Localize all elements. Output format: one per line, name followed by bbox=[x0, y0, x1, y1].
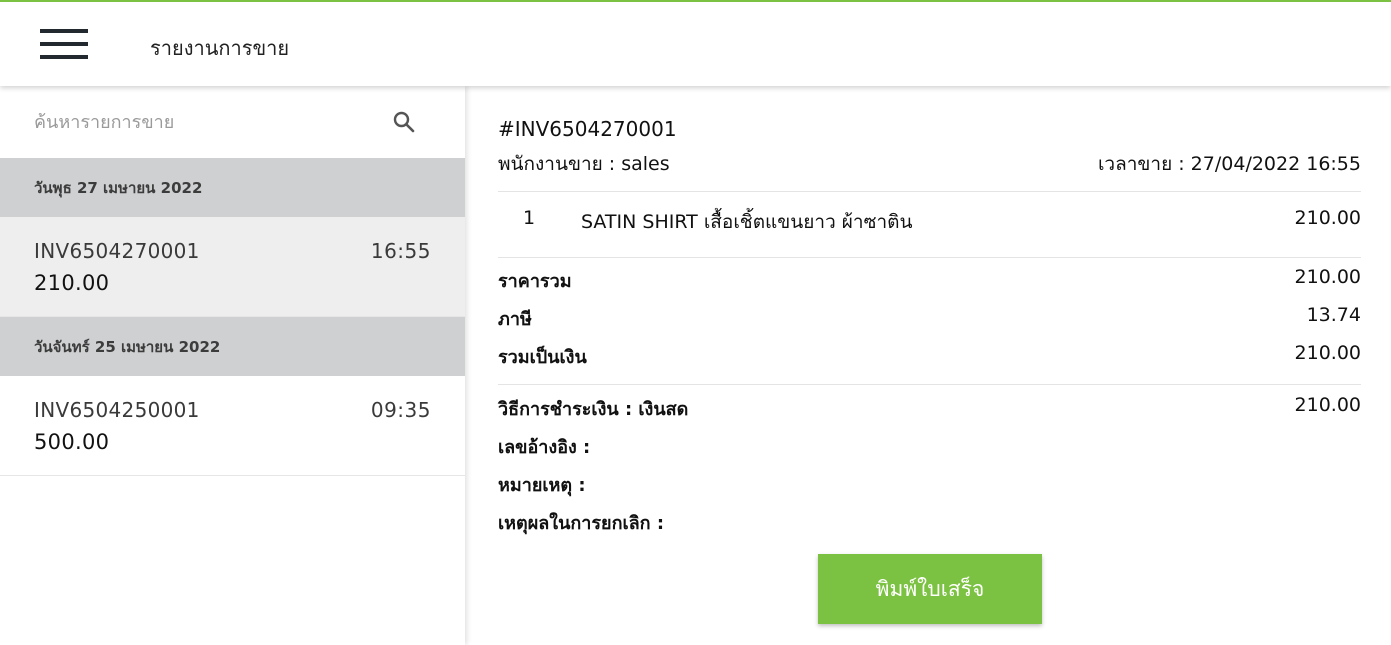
sale-meta-row: พนักงานขาย : sales เวลาขาย : 27/04/2022 … bbox=[498, 149, 1361, 175]
tax-label: ภาษี bbox=[498, 309, 532, 330]
sale-invoice-number: INV6504270001 bbox=[34, 239, 200, 263]
sale-time: 16:55 bbox=[370, 239, 431, 263]
menu-line bbox=[40, 42, 88, 46]
hamburger-menu-icon[interactable] bbox=[40, 29, 88, 61]
sale-list-item[interactable]: INV6504270001 16:55 210.00 bbox=[0, 217, 465, 317]
menu-line bbox=[40, 29, 88, 33]
payment-method-row: วิธีการชำระเงิน : เงินสด 210.00 bbox=[498, 394, 1361, 422]
line-item-row: 1 SATIN SHIRT เสื้อเชิ้ตแขนยาว ผ้าซาติน … bbox=[498, 207, 1361, 237]
subtotal-label: ราคารวม bbox=[498, 271, 572, 292]
cancel-reason-label: เหตุผลในการยกเลิก : bbox=[498, 513, 665, 534]
payment-method-value: 210.00 bbox=[1294, 394, 1361, 416]
date-group-header: วันจันทร์ 25 เมษายน 2022 bbox=[0, 317, 465, 376]
sale-amount: 500.00 bbox=[34, 430, 110, 454]
page-title: รายงานการขาย bbox=[150, 36, 290, 60]
menu-line bbox=[40, 55, 88, 59]
sale-invoice-number: INV6504250001 bbox=[34, 398, 200, 422]
date-group-header: วันพุธ 27 เมษายน 2022 bbox=[0, 158, 465, 217]
note-label: หมายเหตุ : bbox=[498, 475, 586, 496]
subtotal-value: 210.00 bbox=[1294, 266, 1361, 288]
line-item-qty: 1 bbox=[523, 207, 536, 229]
sale-list-item[interactable]: INV6504250001 09:35 500.00 bbox=[0, 376, 465, 476]
note-row: หมายเหตุ : bbox=[498, 470, 1361, 498]
tax-value: 13.74 bbox=[1306, 304, 1361, 326]
search-bar bbox=[0, 86, 465, 158]
divider bbox=[498, 257, 1361, 258]
top-bar: รายงานการขาย bbox=[0, 0, 1391, 86]
line-item-price: 210.00 bbox=[1294, 207, 1361, 229]
salesperson-label: พนักงานขาย : sales bbox=[498, 153, 670, 175]
payment-method-label: วิธีการชำระเงิน : เงินสด bbox=[498, 399, 689, 420]
total-row: รวมเป็นเงิน 210.00 bbox=[498, 342, 1361, 370]
tax-row: ภาษี 13.74 bbox=[498, 304, 1361, 332]
invoice-number: #INV6504270001 bbox=[498, 117, 677, 141]
total-value: 210.00 bbox=[1294, 342, 1361, 364]
sale-time-label: เวลาขาย : 27/04/2022 16:55 bbox=[1097, 153, 1361, 175]
app-root: รายงานการขาย วันพุธ 27 เมษายน 2022 INV65… bbox=[0, 0, 1391, 645]
sales-list-sidebar: วันพุธ 27 เมษายน 2022 INV6504270001 16:5… bbox=[0, 86, 465, 645]
sale-time: 09:35 bbox=[370, 398, 431, 422]
sale-amount: 210.00 bbox=[34, 271, 110, 295]
total-label: รวมเป็นเงิน bbox=[498, 347, 587, 368]
subtotal-row: ราคารวม 210.00 bbox=[498, 266, 1361, 294]
search-icon[interactable] bbox=[392, 110, 416, 134]
sale-detail-panel: #INV6504270001 พนักงานขาย : sales เวลาขา… bbox=[465, 86, 1391, 645]
divider bbox=[498, 191, 1361, 192]
print-receipt-button[interactable]: พิมพ์ใบเสร็จ bbox=[818, 554, 1042, 624]
line-item-name: SATIN SHIRT เสื้อเชิ้ตแขนยาว ผ้าซาติน bbox=[581, 211, 913, 233]
reference-row: เลขอ้างอิง : bbox=[498, 432, 1361, 460]
divider bbox=[498, 384, 1361, 385]
search-input[interactable] bbox=[34, 106, 374, 138]
reference-label: เลขอ้างอิง : bbox=[498, 437, 591, 458]
cancel-reason-row: เหตุผลในการยกเลิก : bbox=[498, 508, 1361, 536]
